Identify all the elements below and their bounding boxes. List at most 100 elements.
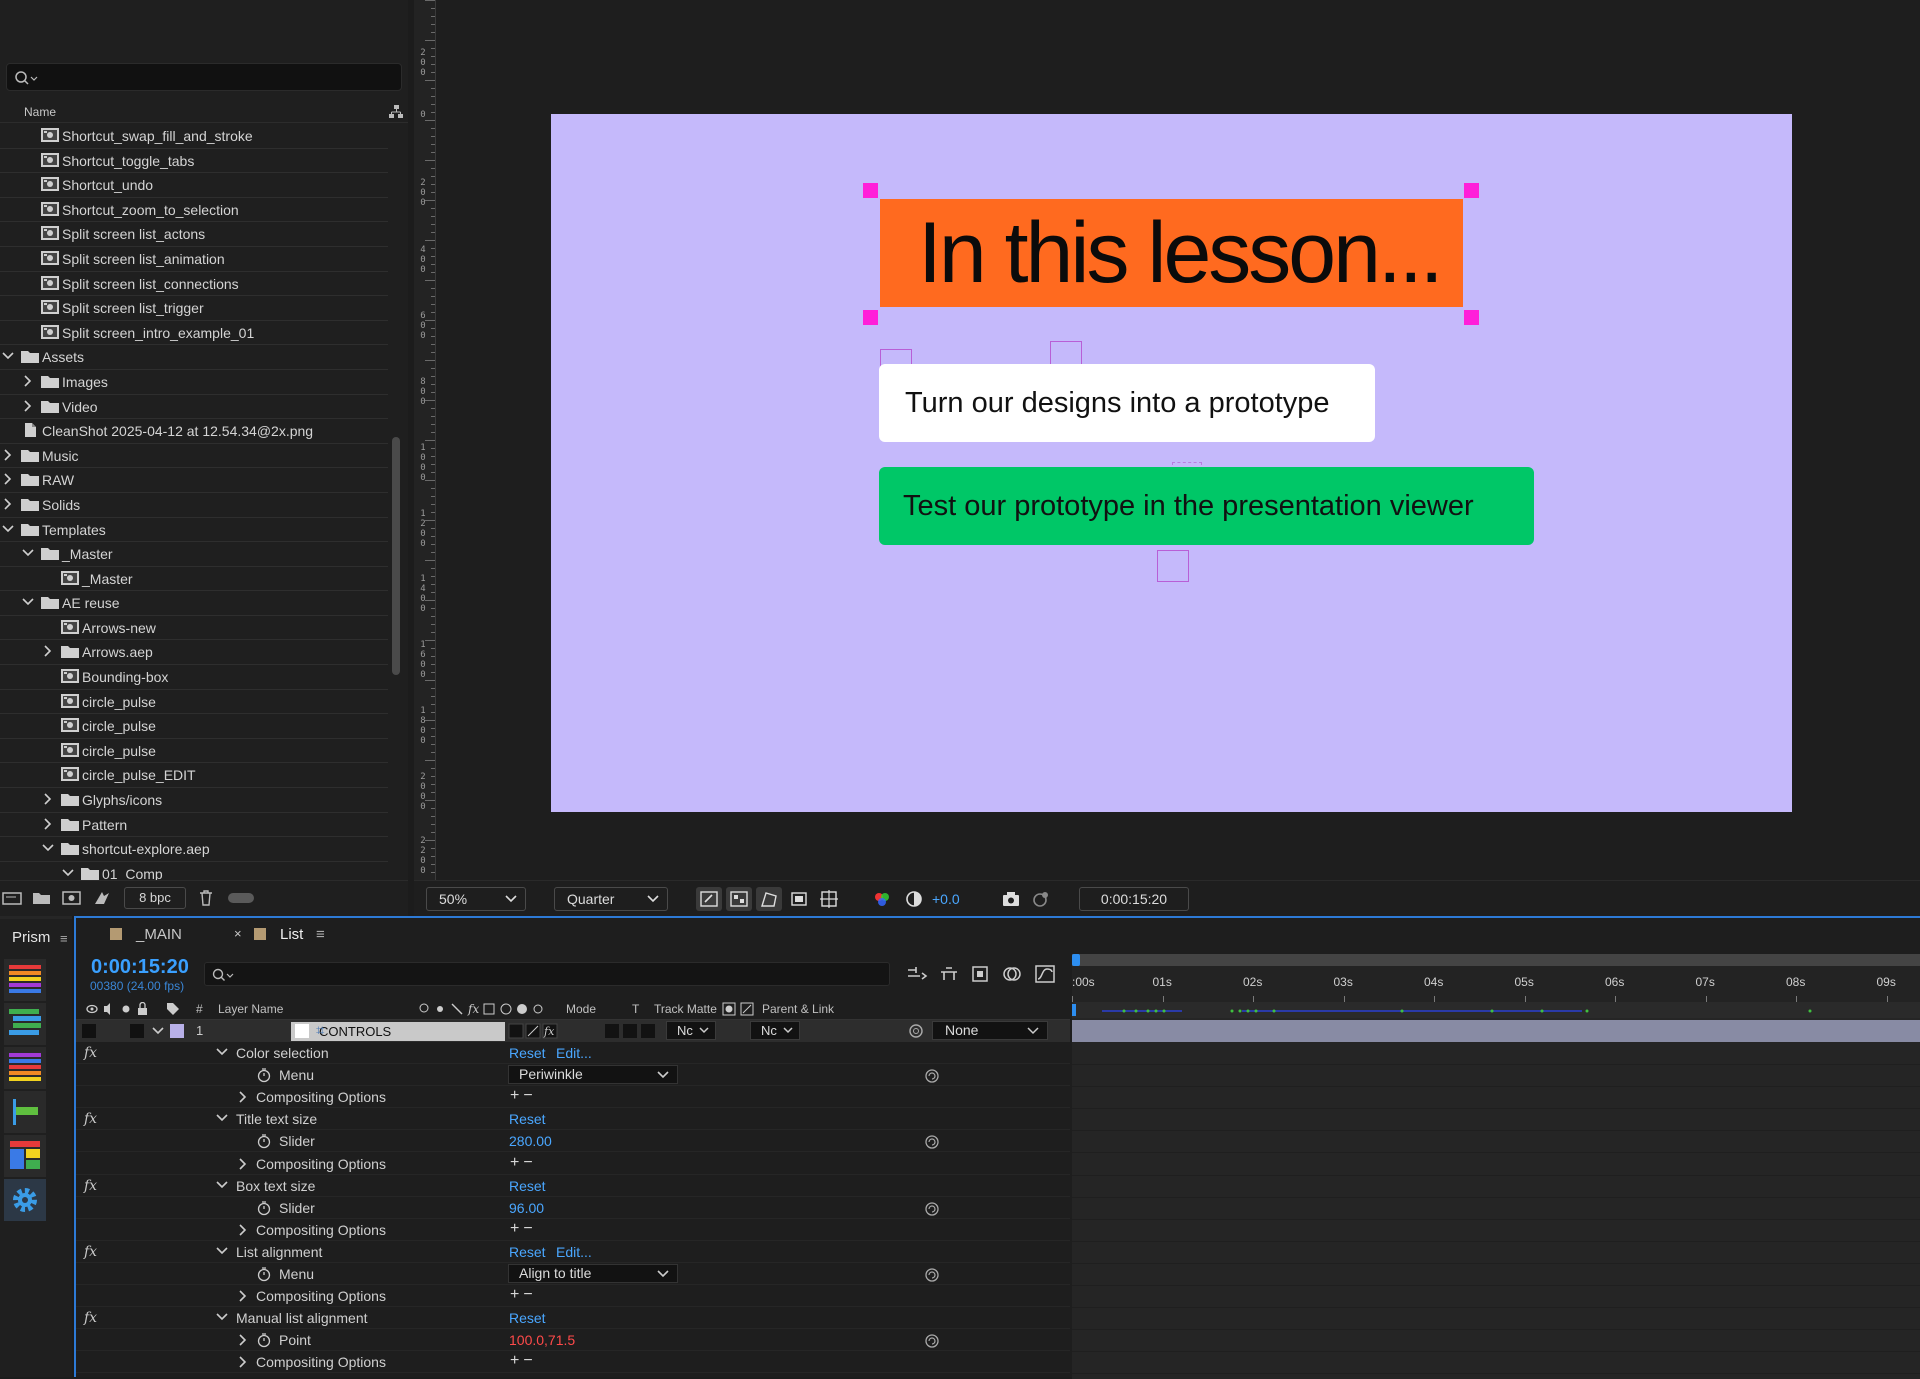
selection-handle-tl[interactable] <box>863 183 878 198</box>
layer-mode-switches[interactable] <box>604 1023 664 1039</box>
render-icon[interactable] <box>92 890 112 906</box>
show-snapshot-icon[interactable] <box>1031 889 1051 909</box>
property-dropdown[interactable]: Align to title <box>508 1264 678 1283</box>
project-item[interactable]: Split screen list_trigger <box>0 296 388 321</box>
project-item[interactable]: Split screen list_actons <box>0 222 388 247</box>
chevron-right-icon[interactable] <box>238 1334 248 1346</box>
reset-link[interactable]: Reset <box>509 1045 546 1061</box>
parent-dropdown[interactable]: None <box>932 1021 1048 1040</box>
bit-depth-button[interactable]: 8 bpc <box>124 887 186 909</box>
project-item[interactable]: Shortcut_zoom_to_selection <box>0 198 388 223</box>
expression-pickwhip-icon[interactable] <box>924 1134 940 1150</box>
pickwhip-icon[interactable] <box>908 1023 924 1039</box>
project-folder-item[interactable]: _Master <box>0 542 388 567</box>
property-row[interactable]: Point 100.0,71.5 <box>76 1329 1070 1352</box>
fx-icon[interactable]: fx <box>84 1244 97 1260</box>
chevron-right-icon[interactable] <box>238 1157 248 1170</box>
layer-duration-bar[interactable] <box>1072 1020 1920 1042</box>
layer-switch-boxes[interactable]: fx <box>508 1023 588 1039</box>
project-item[interactable]: Bounding-box <box>0 665 388 690</box>
frame-blending-icon[interactable] <box>970 964 992 984</box>
chevron-down-icon[interactable] <box>62 867 74 879</box>
prism-tool-4[interactable] <box>4 1091 46 1133</box>
project-folder-item[interactable]: shortcut-explore.aep <box>0 837 388 862</box>
project-folder-item[interactable]: RAW <box>0 468 388 493</box>
chevron-right-icon[interactable] <box>2 473 14 485</box>
chevron-down-icon[interactable] <box>216 1312 228 1322</box>
project-item[interactable]: Shortcut_toggle_tabs <box>0 149 388 174</box>
panel-menu-icon[interactable]: ≡ <box>316 926 325 943</box>
motion-blur-icon[interactable] <box>1002 964 1024 984</box>
thumbnail-size-slider[interactable] <box>228 893 254 903</box>
expression-pickwhip-icon[interactable] <box>924 1068 940 1084</box>
chevron-right-icon[interactable] <box>22 375 34 387</box>
flowchart-icon[interactable] <box>388 104 404 120</box>
tab-list[interactable]: List <box>280 926 303 943</box>
add-remove-mask-icons[interactable]: +− <box>510 1352 537 1370</box>
prism-tool-3[interactable] <box>4 1047 46 1089</box>
property-row[interactable]: Menu Align to title <box>76 1263 1070 1285</box>
magnification-dropdown[interactable]: 50% <box>426 887 526 911</box>
project-item[interactable]: Arrows-new <box>0 616 388 641</box>
transparency-grid-button[interactable] <box>726 887 752 911</box>
reset-link[interactable]: Reset <box>509 1244 546 1260</box>
chevron-right-icon[interactable] <box>22 399 34 412</box>
chevron-right-icon[interactable] <box>42 793 54 805</box>
video-switch[interactable] <box>82 1024 96 1038</box>
project-folder-item[interactable]: Solids <box>0 493 388 518</box>
prism-tab[interactable]: Prism <box>12 929 50 946</box>
project-item[interactable]: Split screen_intro_example_01 <box>0 321 388 346</box>
edit-link[interactable]: Edit... <box>556 1244 592 1260</box>
selection-handle-bl[interactable] <box>863 310 878 325</box>
project-folder-item[interactable]: Pattern <box>0 813 388 838</box>
project-folder-item[interactable]: Assets <box>0 345 388 370</box>
graph-editor-icon[interactable] <box>1034 964 1056 984</box>
tab-main[interactable]: _MAIN <box>136 926 182 943</box>
compositing-options-row[interactable]: Compositing Options +− <box>76 1086 1070 1109</box>
compositing-options-row[interactable]: Compositing Options +− <box>76 1351 1070 1374</box>
region-of-interest-button[interactable] <box>786 887 812 911</box>
property-dropdown[interactable]: Periwinkle <box>508 1065 678 1085</box>
project-item[interactable]: Split screen list_connections <box>0 272 388 297</box>
interpret-footage-icon[interactable] <box>2 890 24 906</box>
stopwatch-icon[interactable] <box>256 1266 272 1282</box>
chevron-down-icon[interactable] <box>152 1026 164 1036</box>
resolution-dropdown[interactable]: Quarter <box>554 887 668 911</box>
chevron-down-icon[interactable] <box>2 523 14 535</box>
col-track-matte[interactable]: Track Matte <box>654 1002 717 1016</box>
title-text[interactable]: In this lesson... <box>918 199 1444 307</box>
stopwatch-icon[interactable] <box>256 1332 272 1348</box>
project-item[interactable]: circle_pulse <box>0 714 388 739</box>
col-layer-name[interactable]: Layer Name <box>218 1002 283 1016</box>
comp-flowchart-icon[interactable] <box>906 964 928 984</box>
effect-row[interactable]: fx List alignment Reset Edit... <box>76 1241 1070 1263</box>
current-time-display[interactable]: 0:00:15:20 <box>91 956 189 979</box>
reset-link[interactable]: Reset <box>509 1310 546 1326</box>
chevron-right-icon[interactable] <box>238 1091 248 1103</box>
project-item[interactable]: Shortcut_swap_fill_and_stroke <box>0 124 388 149</box>
property-row[interactable]: Slider 96.00 <box>76 1197 1070 1219</box>
time-graph[interactable]: :00s 01s 02s 03s 04s 05s 06s 07s 08s 09s <box>1072 954 1920 1379</box>
effect-row[interactable]: fx Color selection Reset Edit... <box>76 1042 1070 1064</box>
stopwatch-icon[interactable] <box>256 1067 272 1083</box>
project-folder-item[interactable]: AE reuse <box>0 591 388 616</box>
trash-icon[interactable] <box>198 890 214 906</box>
time-ruler[interactable]: :00s 01s 02s 03s 04s 05s 06s 07s 08s 09s <box>1072 966 1920 1002</box>
project-search-input[interactable] <box>6 63 402 91</box>
av-switches-icon[interactable] <box>86 1002 154 1016</box>
project-folder-item[interactable]: Video <box>0 395 388 420</box>
label-icon[interactable] <box>166 1002 180 1016</box>
chevron-right-icon[interactable] <box>2 498 14 510</box>
chevron-down-icon[interactable] <box>42 842 54 854</box>
chevron-down-icon[interactable] <box>216 1246 228 1256</box>
chevron-down-icon[interactable] <box>22 596 34 608</box>
col-parent-link[interactable]: Parent & Link <box>762 1002 834 1016</box>
property-row[interactable]: Slider 280.00 <box>76 1130 1070 1153</box>
label-color-swatch[interactable] <box>170 1024 184 1038</box>
prism-tool-1[interactable] <box>4 959 46 1001</box>
effect-row[interactable]: fx Box text size Reset <box>76 1175 1070 1197</box>
prism-settings[interactable] <box>4 1179 46 1221</box>
fx-icon[interactable]: fx <box>84 1310 97 1326</box>
compositing-options-row[interactable]: Compositing Options +− <box>76 1219 1070 1241</box>
edit-link[interactable]: Edit... <box>556 1045 592 1061</box>
